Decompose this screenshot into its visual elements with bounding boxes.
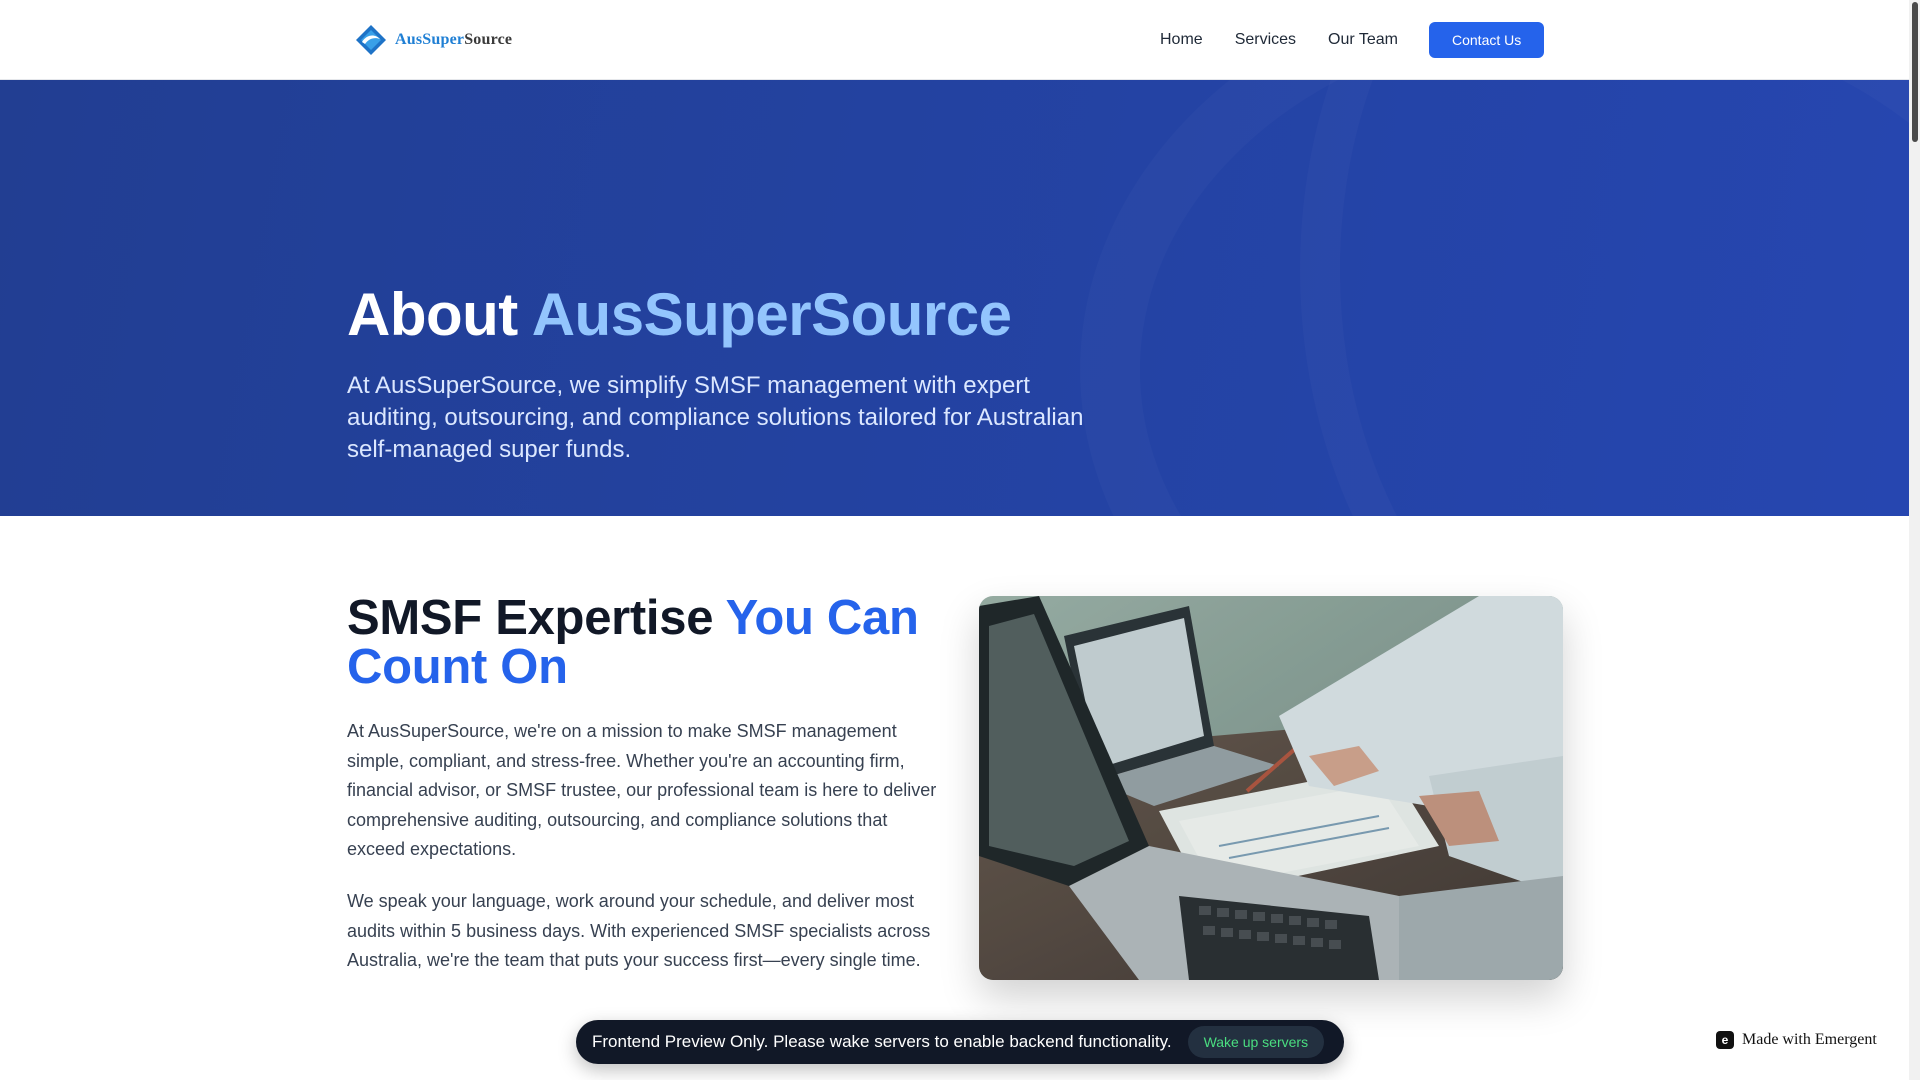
logo-wordmark-part-b: Source: [464, 31, 513, 48]
nav-home[interactable]: Home: [1160, 20, 1203, 60]
page-scrollbar[interactable]: [1909, 0, 1920, 1080]
site-header: AusSuperSource Home Services Our Team Co…: [0, 0, 1909, 80]
about-title: SMSF Expertise You Can Count On: [347, 594, 967, 692]
brand-logo[interactable]: AusSuperSource: [353, 22, 512, 58]
made-with-emergent-badge[interactable]: e Made with Emergent: [1716, 1031, 1877, 1049]
about-paragraph-2: We speak your language, work around your…: [347, 891, 931, 970]
hero-section: About AusSuperSource At AusSuperSource, …: [0, 80, 1909, 516]
scrollbar-thumb[interactable]: [1912, 2, 1918, 142]
main-nav: Home Services Our Team Contact Us: [1160, 20, 1545, 60]
nav-services[interactable]: Services: [1235, 20, 1296, 60]
logo-wordmark: AusSuperSource: [395, 31, 512, 49]
emergent-logo-icon: e: [1716, 1031, 1734, 1049]
hero-title: About AusSuperSource: [347, 280, 1012, 349]
preview-toast: Frontend Preview Only. Please wake serve…: [576, 1020, 1344, 1064]
hero-title-plain: About: [347, 281, 532, 348]
hero-title-accent: AusSuperSource: [531, 281, 1012, 348]
toast-message: Frontend Preview Only. Please wake serve…: [592, 1032, 1172, 1051]
laptop-meeting-photo: [979, 596, 1563, 980]
contact-us-button[interactable]: Contact Us: [1429, 22, 1545, 58]
photo-illustration: [979, 596, 1563, 980]
hero-decoration: [1300, 80, 1909, 516]
about-title-plain: SMSF Expertise: [347, 591, 726, 645]
about-paragraph-1: At AusSuperSource, we're on a mission to…: [347, 721, 937, 859]
logo-mark-icon: [356, 25, 386, 55]
made-with-label: Made with Emergent: [1742, 1031, 1877, 1048]
wake-up-servers-button[interactable]: Wake up servers: [1187, 1026, 1325, 1058]
nav-our-team[interactable]: Our Team: [1328, 20, 1398, 60]
logo-wordmark-part-a: AusSuper: [395, 31, 465, 48]
hero-subtitle: At AusSuperSource, we simplify SMSF mana…: [347, 372, 1084, 463]
